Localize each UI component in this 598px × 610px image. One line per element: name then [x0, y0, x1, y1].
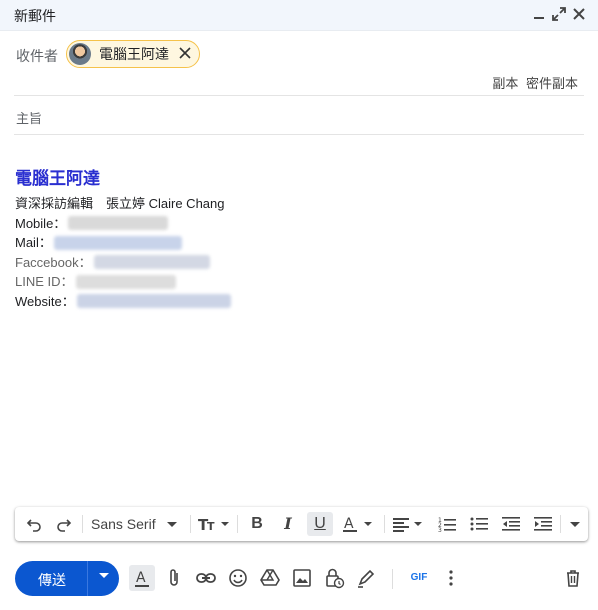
signature-facebook: Faccebook： — [15, 253, 231, 273]
font-family-select[interactable]: Sans Serif — [91, 512, 178, 536]
formatting-options-icon[interactable]: A — [129, 565, 155, 591]
indent-more-icon[interactable] — [531, 512, 555, 536]
cc-link[interactable]: 副本 — [492, 76, 518, 91]
send-label: 傳送 — [38, 572, 66, 588]
compose-action-bar: 傳送 A GIF — [0, 558, 598, 598]
website-label: Website： — [15, 293, 75, 309]
insert-link-icon[interactable] — [195, 567, 217, 589]
mail-label: Mail： — [15, 235, 52, 250]
expand-icon[interactable] — [550, 5, 568, 23]
minimize-icon[interactable] — [530, 5, 548, 23]
more-formatting-icon[interactable] — [565, 512, 585, 536]
signature-line-id: LINE ID： — [15, 272, 231, 292]
chevron-down-icon — [167, 522, 178, 528]
more-options-icon[interactable] — [440, 567, 462, 589]
signature-website: Website： — [15, 292, 231, 312]
cc-bcc-links: 副本 密件副本 — [492, 73, 578, 92]
line-id-label: LINE ID： — [15, 274, 74, 289]
drive-icon[interactable] — [259, 567, 281, 589]
redo-icon[interactable] — [53, 512, 75, 536]
facebook-label: Faccebook： — [15, 254, 92, 270]
svg-text:A: A — [136, 570, 146, 586]
recipient-name: 電腦王阿達 — [99, 46, 169, 62]
bold-icon[interactable]: B — [246, 512, 268, 536]
recipients-row[interactable]: 收件者 電腦王阿達 — [14, 38, 584, 72]
align-icon[interactable] — [391, 512, 427, 536]
signature-mail: Mail： — [15, 233, 231, 253]
numbered-list-icon[interactable]: 123 — [435, 512, 459, 536]
recipient-chip[interactable]: 電腦王阿達 — [66, 40, 200, 68]
toolbar-separator — [392, 569, 393, 589]
signature-pen-icon[interactable] — [355, 567, 377, 589]
font-size-icon[interactable]: TT — [197, 512, 231, 536]
remove-recipient-icon[interactable] — [179, 46, 191, 63]
send-options-chevron-icon[interactable] — [99, 573, 109, 578]
divider — [14, 134, 584, 135]
redacted-value — [68, 216, 169, 231]
message-body[interactable]: 電腦王阿達 資深採訪編輯 張立婷 Claire Chang Mobile： Ma… — [15, 168, 231, 311]
avatar — [69, 43, 91, 65]
toolbar-separator — [384, 515, 385, 533]
indent-less-icon[interactable] — [499, 512, 523, 536]
window-title: 新郵件 — [14, 8, 56, 24]
italic-icon[interactable]: I — [277, 512, 299, 536]
subject-input[interactable]: 主旨 — [16, 108, 42, 127]
signature-title: 資深採訪編輯 張立婷 Claire Chang — [15, 196, 225, 211]
signature-name: 電腦王阿達 — [15, 169, 100, 188]
svg-text:A: A — [344, 516, 354, 532]
confidential-mode-icon[interactable] — [323, 567, 345, 589]
insert-photo-icon[interactable] — [291, 567, 313, 589]
mobile-label: Mobile： — [15, 215, 67, 231]
text-color-icon[interactable]: A — [342, 512, 376, 536]
close-icon[interactable] — [570, 5, 588, 23]
toolbar-separator — [237, 515, 238, 533]
svg-text:T: T — [207, 520, 215, 532]
svg-text:3: 3 — [438, 527, 442, 532]
font-family-value: Sans Serif — [91, 516, 156, 532]
divider — [14, 95, 584, 96]
signature-mobile: Mobile： — [15, 214, 231, 234]
underline-icon[interactable]: U — [307, 512, 333, 536]
redacted-value — [76, 294, 231, 309]
attach-file-icon[interactable] — [163, 567, 185, 589]
redacted-value — [75, 274, 176, 289]
undo-icon[interactable] — [23, 512, 45, 536]
emoji-icon[interactable] — [227, 567, 249, 589]
send-button[interactable]: 傳送 — [15, 561, 119, 596]
gif-button[interactable]: GIF — [406, 567, 432, 589]
discard-draft-trash-icon[interactable] — [562, 567, 584, 589]
redacted-value — [93, 255, 210, 270]
bulleted-list-icon[interactable] — [467, 512, 491, 536]
compose-title-bar[interactable]: 新郵件 — [0, 0, 598, 31]
formatting-toolbar: Sans Serif TT B I U A 123 — [15, 507, 588, 541]
toolbar-separator — [560, 515, 561, 533]
send-divider — [87, 561, 88, 596]
redacted-value — [53, 235, 182, 250]
bcc-link[interactable]: 密件副本 — [526, 76, 578, 91]
recipients-label: 收件者 — [16, 48, 58, 64]
toolbar-separator — [190, 515, 191, 533]
toolbar-separator — [82, 515, 83, 533]
